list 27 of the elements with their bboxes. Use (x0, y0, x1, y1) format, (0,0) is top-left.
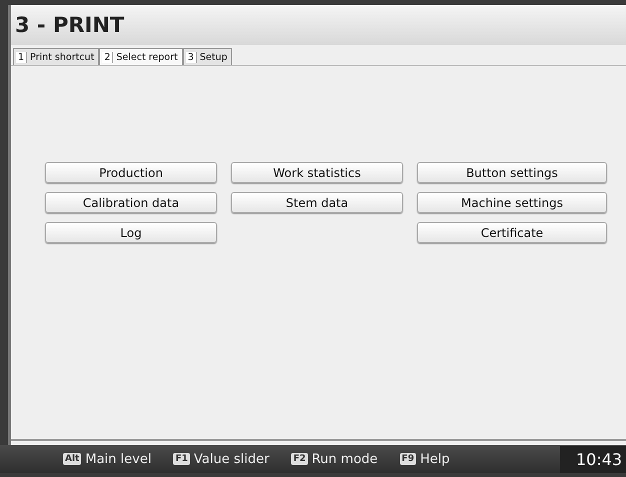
key-badge: Alt (63, 453, 82, 465)
key-label: Run mode (312, 452, 378, 466)
tab[interactable]: 3 Setup (182, 48, 232, 65)
tab-number: 1 (16, 52, 28, 62)
report-button[interactable]: Machine settings (417, 192, 607, 213)
key-label: Main level (85, 452, 152, 466)
key-badge: F9 (400, 453, 416, 465)
key-badge: F1 (173, 453, 190, 465)
report-button[interactable]: Calibration data (45, 192, 217, 213)
report-button[interactable]: Production (45, 162, 217, 183)
tab-label: Select report (116, 52, 178, 62)
tab[interactable]: 1 Print shortcut (13, 48, 100, 65)
key-label: Help (420, 452, 450, 466)
report-button[interactable]: Stem data (231, 192, 403, 213)
clock: 10:43 (560, 446, 626, 472)
tab[interactable]: 2 Select report (99, 48, 183, 65)
report-button[interactable]: Log (45, 222, 217, 243)
tab-label: Setup (200, 52, 228, 62)
report-button[interactable]: Button settings (417, 162, 607, 183)
tab-label: Print shortcut (30, 52, 94, 62)
tab-number: 3 (186, 52, 197, 62)
report-button[interactable]: Certificate (417, 222, 607, 243)
window-title: 3 - PRINT (15, 13, 124, 37)
key-label: Value slider (194, 452, 270, 466)
key-badge: F2 (291, 453, 308, 465)
report-button[interactable]: Work statistics (231, 162, 403, 183)
tab-number: 2 (102, 52, 114, 62)
